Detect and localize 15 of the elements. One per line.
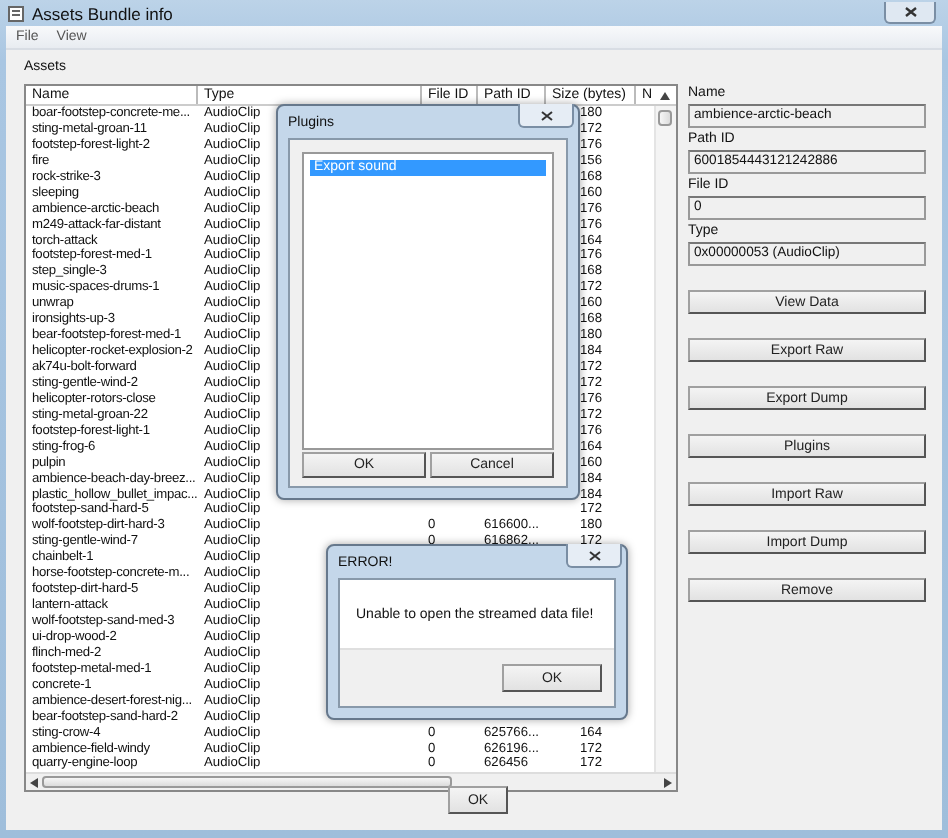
scroll-up-icon[interactable] xyxy=(660,92,670,100)
close-icon xyxy=(539,109,553,121)
close-button[interactable] xyxy=(884,2,936,24)
horizontal-scrollbar[interactable] xyxy=(26,772,676,791)
scroll-thumb[interactable] xyxy=(42,776,452,789)
close-icon xyxy=(903,6,917,18)
close-icon xyxy=(587,549,601,561)
scroll-thumb[interactable] xyxy=(658,110,672,126)
vertical-scrollbar[interactable] xyxy=(654,106,676,773)
close-button[interactable] xyxy=(566,544,622,568)
scroll-right-icon[interactable] xyxy=(664,777,672,788)
app-icon xyxy=(8,5,24,21)
window-title: Assets Bundle info xyxy=(32,3,173,23)
scroll-left-icon[interactable] xyxy=(30,777,38,788)
close-button[interactable] xyxy=(518,104,574,128)
